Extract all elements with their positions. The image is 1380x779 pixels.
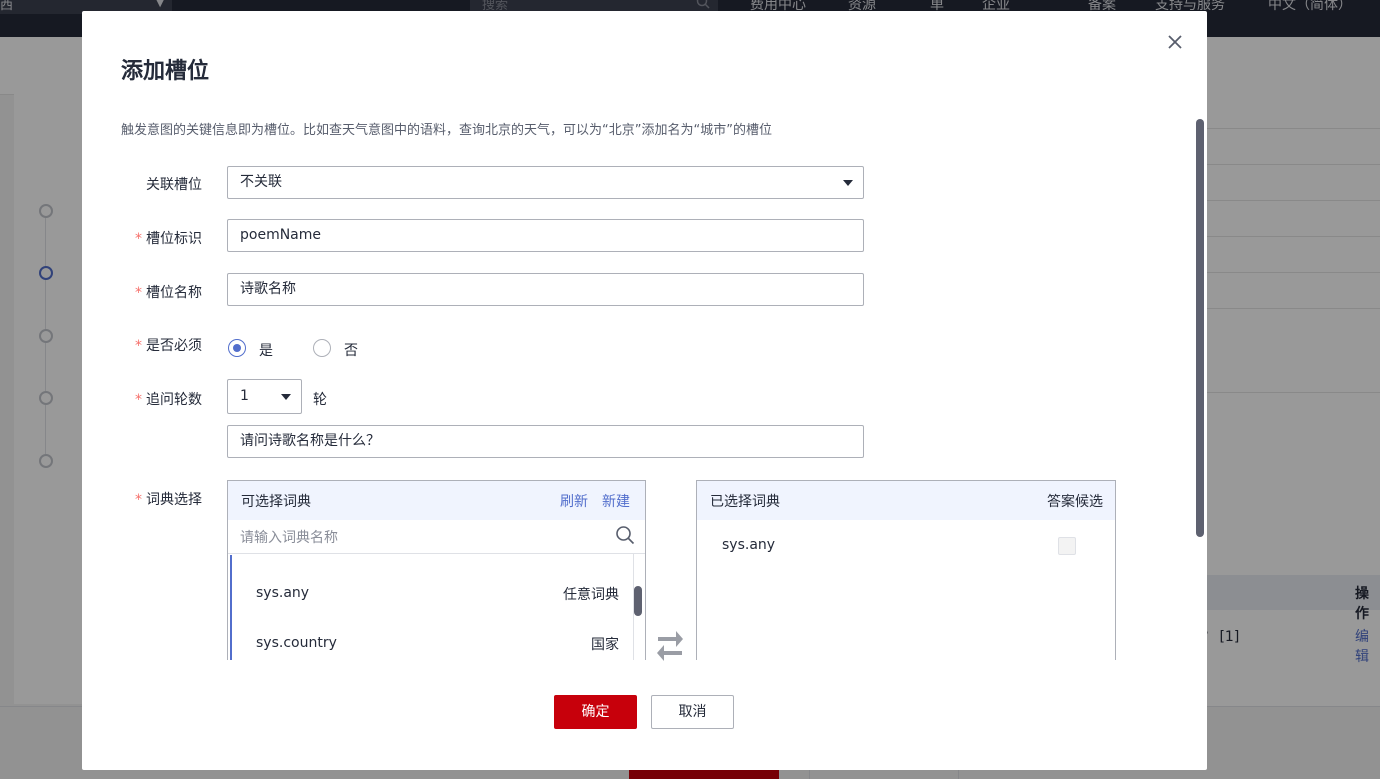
required-star: * [135,492,142,508]
close-icon[interactable] [1164,31,1186,53]
slot-name-value: 诗歌名称 [240,281,296,297]
add-slot-dialog: 添加槽位 触发意图的关键信息即为槽位。比如查天气意图中的语料，查询北京的天气，可… [82,11,1207,770]
create-dict-link[interactable]: 新建 [602,491,630,511]
required-no-radio[interactable] [313,339,331,357]
slot-name-input[interactable]: 诗歌名称 [227,273,864,306]
required-star: * [135,338,142,354]
ask-rounds-select[interactable]: 1 [227,379,302,414]
required-no-label[interactable]: 否 [344,340,358,360]
slot-id-label-text: 槽位标识 [146,231,202,247]
dialog-scrollbar[interactable] [1196,119,1204,537]
required-star: * [135,285,142,301]
answer-candidate-label: 答案候选 [1047,494,1103,510]
ask-rounds-unit: 轮 [313,392,327,408]
search-icon[interactable] [615,525,635,549]
related-slot-label: 关联槽位 [82,174,202,194]
dict-list-scrollbar[interactable] [634,586,642,616]
ask-rounds-label-text: 追问轮数 [146,392,202,408]
ask-prompt-value: 请问诗歌名称是什么？ [240,433,380,449]
required-star: * [135,392,142,408]
selected-dict-panel: 已选择词典 答案候选 sys.any [696,480,1116,660]
dict-select-label-text: 词典选择 [146,492,202,508]
caret-down-icon [281,394,291,400]
cancel-button[interactable]: 取消 [651,695,734,729]
dict-item-name[interactable]: sys.any [256,585,309,601]
related-slot-value: 不关联 [240,174,282,190]
list-active-indicator [230,555,232,660]
transfer-arrows-icon[interactable] [656,629,684,665]
dict-search-input[interactable]: 请输入词典名称 [228,519,645,554]
slot-id-input[interactable]: poemName [227,219,864,252]
available-dict-header: 可选择词典 刷新 新建 [228,481,645,520]
dialog-title: 添加槽位 [121,59,210,84]
dict-item-desc[interactable]: 国家 [591,634,619,654]
selected-dict-header: 已选择词典 答案候选 [697,481,1115,520]
slot-name-label-text: 槽位名称 [146,285,202,301]
required-yes-label[interactable]: 是 [259,340,273,360]
available-dict-title: 可选择词典 [241,494,311,510]
dict-item-desc[interactable]: 任意词典 [563,584,619,604]
required-label-text: 是否必须 [146,338,202,354]
slot-id-label: * 槽位标识 [82,228,202,248]
dialog-description: 触发意图的关键信息即为槽位。比如查天气意图中的语料，查询北京的天气，可以为“北京… [121,123,772,138]
required-yes-radio[interactable] [228,339,246,357]
required-label: * 是否必须 [82,335,202,355]
available-dict-panel: 可选择词典 刷新 新建 请输入词典名称 sys.any 任意词典 sys.cou… [227,480,646,660]
required-star: * [135,231,142,247]
selected-dict-item: sys.any [722,537,776,553]
dict-search-placeholder: 请输入词典名称 [240,530,338,546]
slot-name-label: * 槽位名称 [82,282,202,302]
ask-prompt-input[interactable]: 请问诗歌名称是什么？ [227,425,864,458]
selected-dict-title: 已选择词典 [710,494,780,510]
caret-down-icon [843,180,853,186]
refresh-link[interactable]: 刷新 [560,491,588,511]
dict-item-name[interactable]: sys.country [256,635,337,651]
answer-candidate-checkbox[interactable] [1058,537,1076,555]
confirm-button[interactable]: 确定 [554,695,637,729]
ask-rounds-value: 1 [240,388,249,404]
related-slot-label-text: 关联槽位 [146,177,202,193]
ask-rounds-label: * 追问轮数 [82,389,202,409]
related-slot-select[interactable]: 不关联 [227,166,864,199]
dict-select-label: * 词典选择 [82,489,202,509]
slot-id-value: poemName [240,227,322,243]
